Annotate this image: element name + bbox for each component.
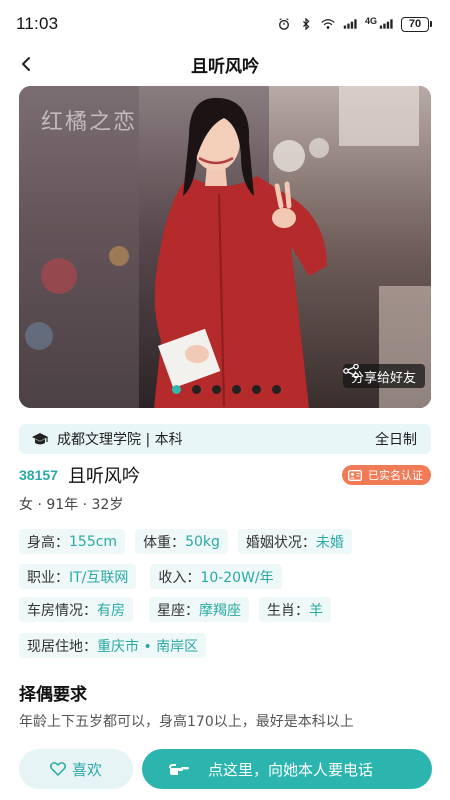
carousel-pagination [172, 385, 281, 394]
tag-label: 身高： [27, 534, 69, 551]
detail-row: 身高： 155cm 体重： 50kg 婚姻状况： 未婚 [19, 529, 352, 554]
tag-residence: 现居住地： 重庆市 • 南岸区 [19, 633, 207, 658]
share-to-friends-button[interactable]: 分享给好友 [342, 364, 425, 388]
detail-row: 现居住地： 重庆市 • 南岸区 [19, 633, 207, 658]
nav-bar: 且听风吟 [0, 48, 450, 80]
battery-level: 70 [401, 16, 429, 32]
tag-label: 收入： [158, 569, 201, 586]
graduation-cap-icon [32, 433, 48, 445]
detail-row: 职业： IT/互联网 收入： 10-20W/年 [19, 564, 282, 589]
tag-label: 车房情况： [27, 602, 97, 619]
requirements-title: 择偶要求 [19, 685, 87, 705]
education-bar: 成都文理学院 | 本科 全日制 [19, 424, 431, 454]
tag-height: 身高： 155cm [19, 529, 126, 554]
tag-value: 10-20W/年 [200, 569, 274, 586]
like-button[interactable]: 喜欢 [19, 749, 133, 789]
carousel-dot[interactable] [192, 385, 201, 394]
tag-marital-status: 婚姻状况： 未婚 [237, 529, 352, 554]
pointing-hand-icon [169, 764, 189, 775]
tag-occupation: 职业： IT/互联网 [19, 564, 137, 589]
tag-label: 星座： [157, 602, 199, 619]
tag-value: 重庆市 • 南岸区 [97, 638, 199, 655]
status-bar: 11:03 4G 70 [0, 0, 450, 48]
tag-value: 摩羯座 [199, 602, 241, 619]
back-button[interactable] [12, 50, 40, 78]
bottom-action-bar: 喜欢 点这里，向她本人要电话 [0, 740, 450, 800]
status-icons: 4G 70 [277, 16, 432, 32]
tag-value: 有房 [97, 602, 125, 619]
tag-value: 155cm [69, 533, 118, 550]
tag-label: 职业： [27, 569, 69, 586]
carousel-dot[interactable] [272, 385, 281, 394]
share-icon [343, 364, 359, 378]
carousel-dot[interactable] [172, 385, 181, 394]
tag-label: 现居住地： [27, 638, 97, 655]
status-time: 11:03 [16, 14, 59, 33]
tag-label: 生肖： [267, 602, 309, 619]
tag-label: 婚姻状况： [245, 534, 316, 551]
carousel-dot[interactable] [252, 385, 261, 394]
identity-row: 38157 且听风吟 已实名认证 [19, 462, 431, 488]
tag-income: 收入： 10-20W/年 [150, 564, 282, 589]
tag-zodiac: 生肖：羊 [259, 597, 331, 622]
share-label: 分享给好友 [350, 370, 416, 386]
user-id: 38157 [19, 467, 58, 483]
request-phone-label: 点这里，向她本人要电话 [208, 760, 374, 779]
requirements-text: 年龄上下五岁都可以，身高170以上，最好是本科以上 [19, 714, 354, 730]
carousel-dot[interactable] [212, 385, 221, 394]
nickname: 且听风吟 [67, 466, 140, 487]
signal-icon [343, 19, 357, 29]
page-title: 且听风吟 [191, 56, 259, 77]
chevron-left-icon [22, 57, 30, 71]
battery-indicator: 70 [401, 16, 432, 32]
photo-watermark: 红橘之恋 [41, 110, 138, 135]
tag-car-house: 车房情况： 有房 [19, 597, 133, 622]
tag-value: 羊 [309, 602, 323, 619]
id-card-icon [348, 469, 362, 481]
carousel-dot[interactable] [232, 385, 241, 394]
wifi-icon [321, 19, 335, 29]
alarm-icon [279, 18, 289, 30]
bluetooth-icon [302, 18, 310, 30]
like-label: 喜欢 [71, 760, 102, 779]
basic-info: 女 · 91年 · 32岁 [19, 497, 124, 513]
study-mode: 全日制 [375, 432, 417, 448]
profile-photo-carousel[interactable]: 红橘之恋 分享给好友 [19, 86, 431, 408]
signal-icon-2 [379, 19, 393, 29]
tag-label: 体重： [143, 534, 186, 551]
school-name: 成都文理学院 | 本科 [57, 432, 183, 448]
network-type-label: 4G [364, 16, 377, 26]
detail-row: 车房情况： 有房 星座： 摩羯座 生肖：羊 [19, 597, 331, 622]
tag-value: 50kg [185, 533, 220, 550]
verified-label: 已实名认证 [368, 469, 423, 482]
tag-value: IT/互联网 [69, 569, 129, 586]
tag-weight: 体重： 50kg [135, 529, 228, 554]
verified-badge: 已实名认证 [342, 465, 431, 485]
battery-tip [430, 21, 432, 27]
tag-constellation: 星座： 摩羯座 [149, 597, 249, 622]
heart-icon [49, 762, 66, 776]
request-phone-button[interactable]: 点这里，向她本人要电话 [142, 749, 432, 789]
tag-value: 未婚 [315, 534, 344, 551]
